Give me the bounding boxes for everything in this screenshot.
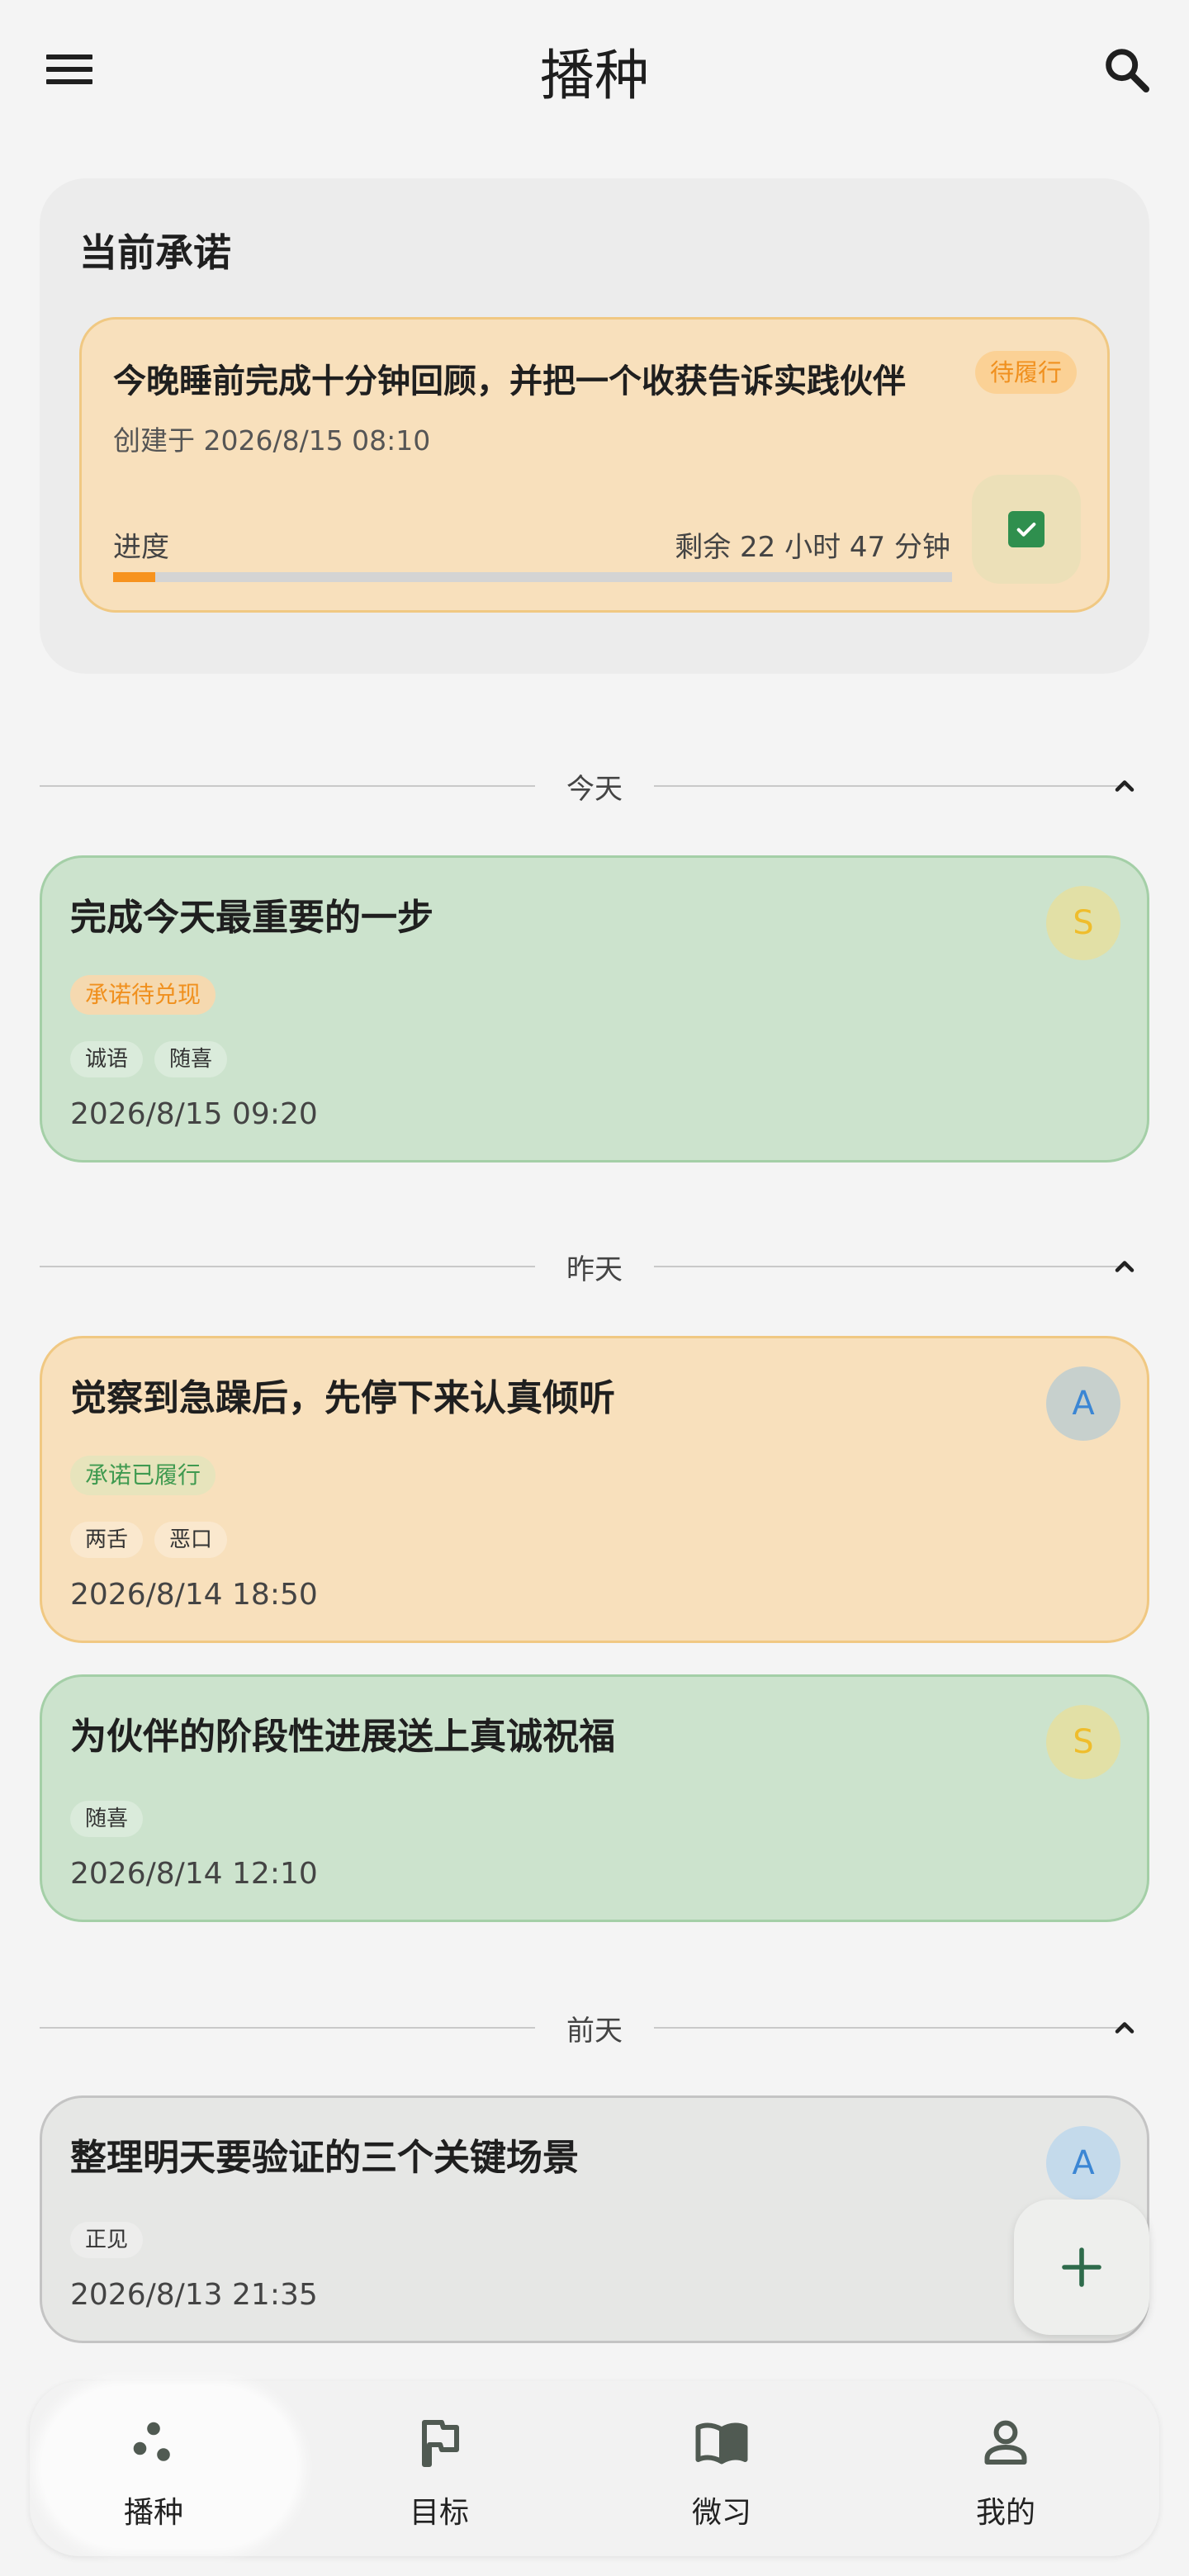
commitment-card[interactable]: 今晚睡前完成十分钟回顾，并把一个收获告诉实践伙伴 待履行 创建于 2026/8/…	[79, 317, 1110, 613]
book-icon	[695, 2422, 748, 2465]
section-label: 今天	[566, 773, 623, 806]
current-commitment-panel: 当前承诺 今晚睡前完成十分钟回顾，并把一个收获告诉实践伙伴 待履行 创建于 20…	[40, 178, 1149, 674]
commitment-status-badge: 待履行	[975, 351, 1078, 394]
seed-card-date: 2026/8/14 12:10	[70, 1857, 318, 1891]
commitment-fulfilled-badge: 承诺已履行	[70, 1456, 216, 1495]
tag-chip: 两舌	[70, 1522, 144, 1558]
seed-card-title: 觉察到急躁后，先停下来认真倾听	[70, 1377, 615, 1419]
progress-bar-fill	[113, 572, 155, 582]
plus-icon	[1062, 2247, 1101, 2287]
seed-card[interactable]: 为伙伴的阶段性进展送上真诚祝福 S 随喜 2026/8/14 12:10	[40, 1674, 1149, 1922]
tag-chip: 正见	[70, 2222, 144, 2258]
avatar: A	[1046, 1366, 1120, 1441]
section-divider-today[interactable]: 今天	[40, 761, 1149, 811]
seed-card-title: 为伙伴的阶段性进展送上真诚祝福	[70, 1716, 615, 1758]
nav-item-me[interactable]: 我的	[882, 2381, 1130, 2556]
progress-label: 进度	[113, 531, 169, 564]
seed-card[interactable]: 完成今天最重要的一步 S 承诺待兑现 诚语 随喜 2026/8/15 09:20	[40, 855, 1149, 1163]
remaining-time: 剩余 22 小时 47 分钟	[675, 531, 950, 564]
tag-chip: 恶口	[154, 1522, 228, 1558]
nav-item-micro-habits[interactable]: 微习	[598, 2381, 846, 2556]
nav-label: 目标	[409, 2496, 469, 2530]
section-label: 前天	[566, 2015, 623, 2048]
seed-card[interactable]: 觉察到急躁后，先停下来认真倾听 A 承诺已履行 两舌 恶口 2026/8/14 …	[40, 1336, 1149, 1643]
tag-chip: 诚语	[70, 1041, 144, 1077]
seed-card-title: 完成今天最重要的一步	[70, 897, 433, 939]
section-divider-yesterday[interactable]: 昨天	[40, 1242, 1149, 1291]
check-icon	[1008, 511, 1045, 547]
add-seed-button[interactable]	[1014, 2200, 1149, 2335]
tag-chip: 随喜	[70, 1801, 144, 1837]
commitment-heading: 当前承诺	[79, 230, 231, 275]
seed-card-title: 整理明天要验证的三个关键场景	[70, 2137, 579, 2179]
nav-item-seeds[interactable]: 播种	[30, 2381, 297, 2556]
avatar: S	[1046, 1705, 1120, 1779]
page-title: 播种	[540, 44, 649, 107]
chevron-up-icon[interactable]	[1110, 771, 1139, 801]
seeds-icon	[133, 2422, 170, 2461]
commitment-title: 今晚睡前完成十分钟回顾，并把一个收获告诉实践伙伴	[113, 362, 906, 400]
progress-bar	[113, 572, 952, 582]
flag-icon	[422, 2420, 459, 2467]
commitment-created-time: 创建于 2026/8/15 08:10	[113, 424, 431, 457]
nav-label: 播种	[123, 2496, 183, 2530]
chevron-up-icon[interactable]	[1110, 1252, 1139, 1281]
nav-label: 我的	[975, 2496, 1035, 2530]
section-divider-day-before[interactable]: 前天	[40, 2003, 1149, 2053]
section-label: 昨天	[566, 1253, 623, 1286]
chevron-up-icon[interactable]	[1110, 2013, 1139, 2043]
search-icon[interactable]	[1100, 43, 1153, 96]
top-app-bar: 播种	[0, 0, 1189, 139]
seed-card-date: 2026/8/15 09:20	[70, 1097, 318, 1131]
nav-label: 微习	[691, 2496, 751, 2530]
complete-commitment-button[interactable]	[972, 475, 1081, 584]
avatar: A	[1046, 2126, 1120, 2200]
seed-card-date: 2026/8/13 21:35	[70, 2278, 318, 2312]
tag-chip: 随喜	[154, 1041, 228, 1077]
avatar: S	[1046, 886, 1120, 960]
nav-item-goals[interactable]: 目标	[315, 2381, 563, 2556]
commitment-pending-badge: 承诺待兑现	[70, 975, 216, 1015]
bottom-navigation: 播种 目标 微习 我的	[30, 2381, 1159, 2556]
seed-card-date: 2026/8/14 18:50	[70, 1578, 318, 1612]
person-icon	[984, 2420, 1027, 2465]
seed-card[interactable]: 整理明天要验证的三个关键场景 A 正见 2026/8/13 21:35	[40, 2095, 1149, 2343]
